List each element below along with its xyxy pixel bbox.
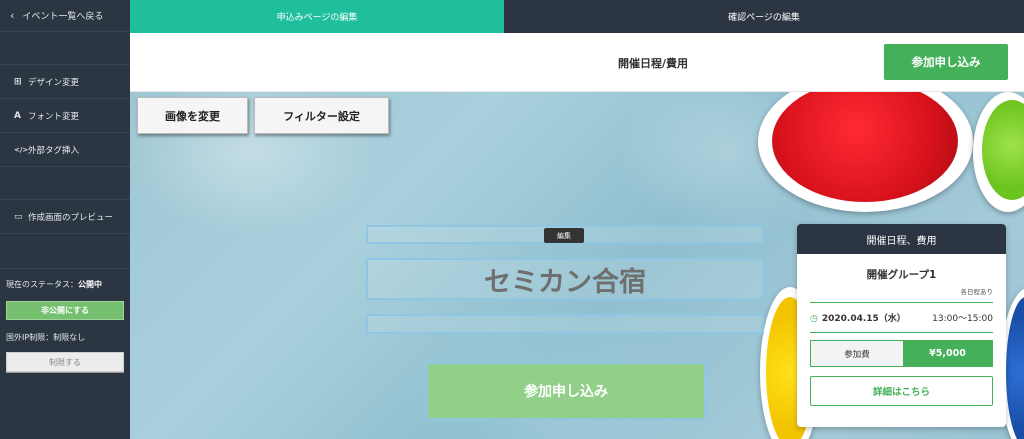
back-label: イベント一覧へ戻る xyxy=(22,12,104,22)
header-apply-button[interactable]: 参加申し込み xyxy=(884,44,1008,80)
divider xyxy=(810,332,993,333)
divider xyxy=(810,302,993,303)
schedule-note: 各日程あり xyxy=(960,288,994,296)
clock-icon: ◷ xyxy=(810,314,818,324)
sidebar: ‹ イベント一覧へ戻る ⊞ デザイン変更 A フォント変更 </> 外部タグ挿入… xyxy=(0,0,130,439)
sidebar-item-preview[interactable]: ▭ 作成画面のプレビュー xyxy=(0,200,130,234)
event-date: 2020.04.15（水） xyxy=(821,314,906,324)
event-title: セミカン合宿 xyxy=(484,266,646,298)
card-header: 開催日程、費用 xyxy=(797,224,1006,254)
fee-label: 参加費 xyxy=(811,341,903,366)
description-edit-field[interactable] xyxy=(366,314,764,334)
unpublish-button[interactable]: 非公開にする xyxy=(6,301,124,320)
back-to-events-link[interactable]: ‹ イベント一覧へ戻る xyxy=(0,0,130,32)
sidebar-item-external-tag[interactable]: </> 外部タグ挿入 xyxy=(0,133,130,167)
hero-section: 画像を変更 フィルター設定 編集 セミカン合宿 参加申し込み 開催日程、費用 開… xyxy=(130,92,1024,439)
layout-icon: ⊞ xyxy=(14,76,22,87)
sidebar-item-design[interactable]: ⊞ デザイン変更 xyxy=(0,65,130,99)
tab-edit-confirmation-page[interactable]: 確認ページの編集 xyxy=(504,0,1024,33)
details-button[interactable]: 詳細はこちら xyxy=(810,376,993,406)
tab-edit-application-page[interactable]: 申込みページの編集 xyxy=(130,0,504,33)
status-label: 現在のステータス： xyxy=(6,280,78,289)
group-name: 開催グループ1 xyxy=(866,269,937,281)
event-time: 13:00〜15:00 xyxy=(932,314,993,324)
filter-settings-button[interactable]: フィルター設定 xyxy=(254,97,389,134)
status-text: 現在のステータス：公開中 xyxy=(6,279,124,290)
schedule-card: 開催日程、費用 開催グループ1 各日程あり ◷ 2020.04.15（水） 13:… xyxy=(797,224,1006,427)
change-image-button[interactable]: 画像を変更 xyxy=(137,97,248,134)
sidebar-item-font[interactable]: A フォント変更 xyxy=(0,99,130,133)
sidebar-item-label: フォント変更 xyxy=(28,111,80,122)
page-header: 開催日程/費用 参加申し込み xyxy=(130,33,1024,92)
edit-badge[interactable]: 編集 xyxy=(544,228,584,243)
monitor-icon: ▭ xyxy=(14,211,23,222)
ip-restriction-text: 国外IP制限：制限なし xyxy=(6,333,86,342)
fee-value: ¥5,000 xyxy=(903,341,992,366)
tab-bar: 申込みページの編集 確認ページの編集 xyxy=(130,0,1024,33)
sidebar-item-label: 作成画面のプレビュー xyxy=(28,212,114,223)
status-value: 公開中 xyxy=(78,280,102,289)
fee-row: 参加費 ¥5,000 xyxy=(810,340,993,367)
hero-apply-button[interactable]: 参加申し込み xyxy=(426,362,706,420)
sidebar-item-label: デザイン変更 xyxy=(28,77,80,88)
restrict-button[interactable]: 制限する xyxy=(6,352,124,372)
status-panel: 現在のステータス：公開中 非公開にする 国外IP制限：制限なし 制限する xyxy=(0,268,130,372)
sidebar-item-label: 外部タグ挿入 xyxy=(28,145,80,156)
header-schedule-link[interactable]: 開催日程/費用 xyxy=(618,55,688,71)
font-icon: A xyxy=(14,110,21,121)
schedule-row: ◷ 2020.04.15（水） 13:00〜15:00 xyxy=(810,311,993,324)
chevron-left-icon: ‹ xyxy=(10,9,15,22)
code-icon: </> xyxy=(14,145,29,154)
